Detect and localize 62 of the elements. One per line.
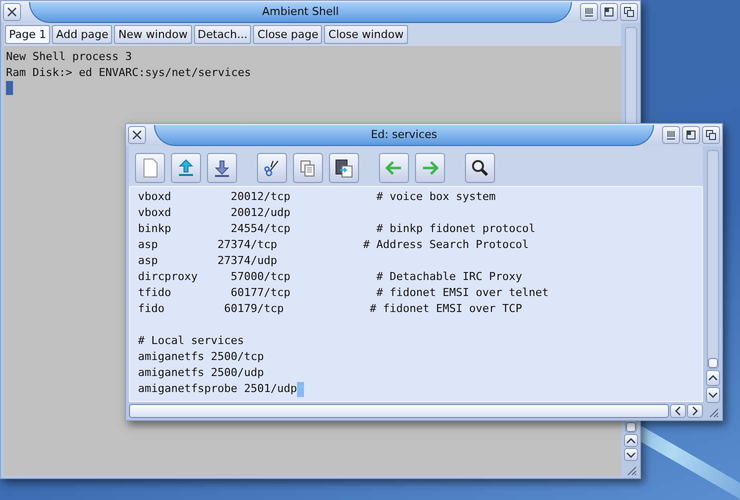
scroll-left-button[interactable] — [670, 404, 686, 418]
zoom-button[interactable] — [600, 3, 618, 21]
toolbar-button[interactable]: Close window — [324, 25, 408, 44]
back-arrow-button[interactable] — [379, 153, 409, 183]
console-line: Ram Disk:> ed ENVARC:sys/net/services — [6, 65, 252, 81]
text-line: # Local services — [138, 333, 244, 349]
toolbar-button[interactable]: New window — [114, 25, 192, 44]
toolbar-button[interactable]: Add page — [52, 25, 112, 44]
scrollbar-thumb[interactable] — [626, 422, 636, 432]
toolbar-button[interactable]: Close page — [253, 25, 322, 44]
close-button[interactable] — [128, 126, 146, 144]
scrollbar-thumb[interactable] — [129, 404, 669, 418]
depth-icon — [623, 6, 635, 18]
close-icon — [6, 6, 18, 18]
text-line: dircproxy 57000/tcp # Detachable IRC Proxy — [138, 269, 522, 285]
text-line: vboxd 20012/udp — [138, 205, 290, 221]
close-button[interactable] — [3, 3, 21, 21]
page-tab[interactable]: Page 1 — [5, 25, 50, 44]
window-title: Ambient Shell — [29, 2, 572, 22]
scroll-up-button[interactable] — [706, 370, 720, 386]
iconify-button[interactable] — [580, 3, 598, 21]
text-cursor — [296, 382, 304, 396]
toolbar-button[interactable]: Detach... — [194, 25, 252, 44]
scroll-down-button[interactable] — [706, 387, 720, 403]
scroll-right-button[interactable] — [687, 404, 703, 418]
zoom-button[interactable] — [682, 126, 700, 144]
text-line: fido 60179/tcp # fidonet EMSI over TCP — [138, 301, 522, 317]
text-line: amiganetfsprobe 2501/udp — [138, 381, 297, 397]
new-document-button[interactable] — [135, 153, 165, 183]
scissors-button[interactable] — [257, 153, 287, 183]
paste-icon — [333, 157, 355, 179]
scroll-down-button[interactable] — [624, 448, 638, 461]
console-line: New Shell process 3 — [6, 49, 133, 65]
zoom-icon — [685, 129, 697, 141]
depth-icon — [705, 129, 717, 141]
scroll-up-button[interactable] — [624, 434, 638, 447]
search-icon — [469, 157, 491, 179]
text-line: amiganetfs 2500/tcp — [138, 349, 264, 365]
resize-grip-icon — [707, 406, 719, 418]
text-line: vboxd 20012/tcp # voice box system — [138, 189, 496, 205]
resize-grip-icon — [625, 464, 637, 476]
iconify-button[interactable] — [662, 126, 680, 144]
forward-arrow-button[interactable] — [415, 153, 445, 183]
depth-button[interactable] — [702, 126, 720, 144]
upload-button[interactable] — [171, 153, 201, 183]
window-title: Ed: services — [154, 124, 654, 146]
download-button[interactable] — [207, 153, 237, 183]
scrollbar-thumb[interactable] — [708, 358, 718, 368]
search-button[interactable] — [465, 153, 495, 183]
text-cursor — [6, 81, 13, 95]
text-line: amiganetfs 2500/udp — [138, 365, 264, 381]
text-line: asp 27374/tcp # Address Search Protocol — [138, 237, 529, 253]
text-line: tfido 60177/tcp # fidonet EMSI over telnet — [138, 285, 549, 301]
paste-button[interactable] — [329, 153, 359, 183]
iconify-icon — [665, 129, 677, 141]
depth-button[interactable] — [620, 3, 638, 21]
copy-button[interactable] — [293, 153, 323, 183]
zoom-icon — [603, 6, 615, 18]
text-line: binkp 24554/tcp # binkp fidonet protocol — [138, 221, 536, 237]
iconify-icon — [583, 6, 595, 18]
close-icon — [131, 129, 143, 141]
text-line: asp 27374/udp — [138, 253, 278, 269]
